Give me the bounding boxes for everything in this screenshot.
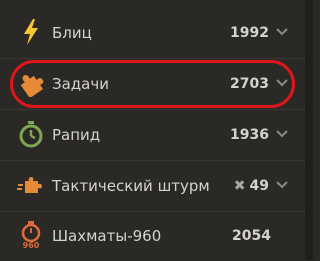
rating-label: Шахматы-960 — [52, 227, 162, 245]
rating-value: 2054 — [232, 228, 271, 244]
chevron-down-icon[interactable] — [275, 129, 289, 139]
rating-value: 1936 — [230, 127, 269, 143]
rating-row-puzzle-rush[interactable]: Тактический штурм ✖ 49 — [0, 161, 305, 211]
chevron-down-icon[interactable] — [275, 180, 289, 190]
rating-label: Рапид — [52, 126, 101, 144]
rating-value-number: 49 — [249, 178, 269, 194]
lightning-icon — [24, 19, 38, 45]
rating-value: ✖ 49 — [234, 161, 269, 211]
rating-row-chess960[interactable]: 960 Шахматы-960 2054 — [0, 211, 305, 261]
puzzle-rush-icon — [17, 177, 42, 193]
chess960-icon: 960 — [21, 221, 41, 249]
rating-value: 1992 — [230, 25, 269, 41]
stopwatch-icon — [19, 121, 43, 148]
rating-label: Блиц — [52, 24, 92, 42]
rating-row-blitz[interactable]: Блиц 1992 — [0, 8, 305, 58]
rating-label: Тактический штурм — [52, 177, 210, 195]
close-icon: ✖ — [233, 178, 246, 194]
chess960-icon-text: 960 — [23, 241, 40, 249]
rating-row-rapid[interactable]: Рапид 1936 — [0, 110, 305, 160]
highlight-outline — [10, 60, 295, 108]
chevron-down-icon[interactable] — [275, 27, 289, 37]
ratings-panel: Блиц 1992 Задачи 2703 Рапид 1936 Тактиче… — [0, 0, 305, 260]
scroll-edge — [305, 0, 313, 260]
